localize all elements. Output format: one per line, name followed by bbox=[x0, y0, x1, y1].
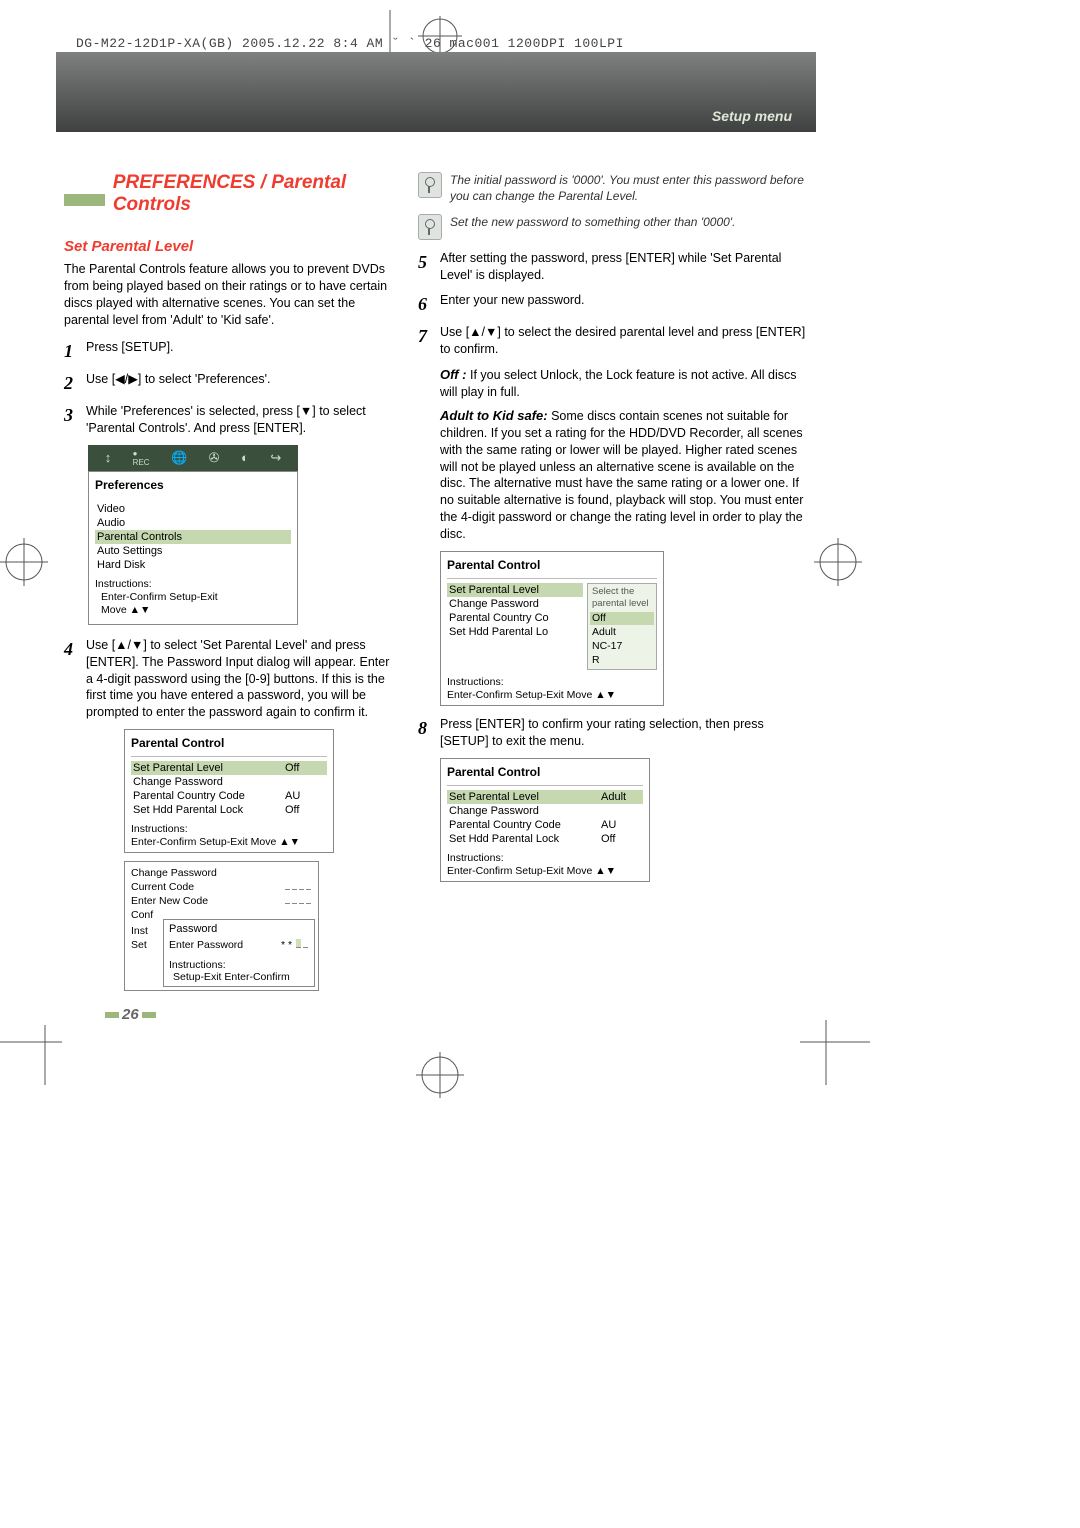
inst-label: Inst bbox=[131, 925, 148, 937]
step-1: 1Press [SETUP]. bbox=[64, 339, 394, 363]
note-2: Set the new password to something other … bbox=[418, 214, 808, 240]
list-item: Auto Settings bbox=[95, 544, 291, 558]
step-text: Enter your new password. bbox=[440, 292, 808, 309]
list-item: Video bbox=[95, 502, 291, 516]
page-number: 26 bbox=[102, 1006, 159, 1023]
instr-line: Setup-Exit Enter-Confirm bbox=[169, 971, 309, 983]
osd-password-popup: Password Enter Password* * Instructions:… bbox=[163, 919, 315, 987]
table-row: Change Password bbox=[447, 804, 643, 818]
osd-prefs-title: Preferences bbox=[95, 476, 291, 498]
osd-box-title: Parental Control bbox=[131, 734, 327, 757]
step-text: Use [▲/▼] to select the desired parental… bbox=[440, 324, 808, 358]
off-text: If you select Unlock, the Lock feature i… bbox=[440, 368, 797, 399]
step-text: Press [SETUP]. bbox=[86, 339, 394, 356]
step-text: Press [ENTER] to confirm your rating sel… bbox=[440, 716, 808, 750]
instr-line: Enter-Confirm Setup-Exit Move ▲▼ bbox=[447, 865, 643, 877]
popup-prompt: Enter Password bbox=[169, 939, 243, 951]
table-row: Set Parental LevelAdult bbox=[447, 790, 643, 804]
step-3: 3While 'Preferences' is selected, press … bbox=[64, 403, 394, 437]
step-2: 2Use [◀/▶] to select 'Preferences'. bbox=[64, 371, 394, 395]
instr-label: Instructions: bbox=[447, 852, 643, 864]
osd-box-title: Parental Control bbox=[447, 556, 657, 579]
rec-label-icon: ●REC bbox=[133, 449, 150, 467]
dropdown-item: Off bbox=[590, 612, 654, 626]
note-text: The initial password is '0000'. You must… bbox=[450, 172, 808, 204]
dropdown-item: Adult bbox=[592, 626, 652, 640]
table-row: Change Password bbox=[131, 775, 327, 789]
top-banner: Setup menu bbox=[56, 52, 816, 132]
breadcrumb: Setup menu bbox=[712, 108, 792, 124]
list-item: Parental Controls bbox=[95, 530, 291, 544]
cc-label: Current Code bbox=[131, 881, 194, 893]
step-8: 8Press [ENTER] to confirm your rating se… bbox=[418, 716, 808, 750]
set-label: Set bbox=[131, 939, 147, 951]
arrow-icon: ↪ bbox=[270, 450, 281, 466]
note-text: Set the new password to something other … bbox=[450, 214, 735, 230]
title-accent-bar bbox=[64, 194, 105, 206]
tool-icon: ✇ bbox=[209, 450, 220, 466]
instr-label: Instructions: bbox=[95, 578, 291, 590]
page-job-header: DG-M22-12D1P-XA(GB) 2005.12.22 8:4 AM ˘ … bbox=[76, 36, 624, 51]
instr-line: Move ▲▼ bbox=[95, 604, 291, 616]
note-1: The initial password is '0000'. You must… bbox=[418, 172, 808, 204]
instr-label: Instructions: bbox=[447, 676, 657, 688]
enc-label: Enter New Code bbox=[131, 895, 208, 907]
osd-parental-box-1: Parental Control Set Parental LevelOff C… bbox=[124, 729, 334, 853]
osd-iconbar: ↕ ●REC 🌐 ✇ ◐ ↪ bbox=[88, 445, 298, 471]
table-row: Parental Country Co bbox=[447, 611, 583, 625]
osd-box-title: Parental Control bbox=[447, 763, 643, 786]
step-text: After setting the password, press [ENTER… bbox=[440, 250, 808, 284]
instr-line: Enter-Confirm Setup-Exit bbox=[95, 591, 291, 603]
table-row: Set Parental LevelOff bbox=[131, 761, 327, 775]
intro-text: The Parental Controls feature allows you… bbox=[64, 261, 394, 329]
table-row: Parental Country CodeAU bbox=[131, 789, 327, 803]
section-title: PREFERENCES / Parental Controls bbox=[113, 172, 394, 216]
list-item: Hard Disk bbox=[95, 558, 291, 572]
step-5: 5After setting the password, press [ENTE… bbox=[418, 250, 808, 284]
rec-icon: ↕ bbox=[105, 450, 112, 465]
step-7: 7Use [▲/▼] to select the desired parenta… bbox=[418, 324, 808, 358]
osd-preferences-box: Preferences Video Audio Parental Control… bbox=[88, 471, 298, 625]
section-subtitle: Set Parental Level bbox=[64, 238, 394, 255]
popup-title: Password bbox=[169, 923, 217, 935]
instr-label: Instructions: bbox=[131, 823, 327, 835]
list-item: Audio bbox=[95, 516, 291, 530]
dropdown-item: NC-17 bbox=[592, 640, 652, 654]
note-icon bbox=[418, 214, 442, 240]
off-paragraph: Off : If you select Unlock, the Lock fea… bbox=[440, 366, 808, 401]
osd-parental-box-3: Parental Control Set Parental LevelAdult… bbox=[440, 758, 650, 882]
dropdown-item: R bbox=[592, 654, 652, 668]
off-label: Off : bbox=[440, 367, 466, 382]
note-icon bbox=[418, 172, 442, 198]
conf-label: Conf bbox=[131, 909, 153, 921]
disc-icon: ◐ bbox=[241, 450, 249, 465]
instr-line: Enter-Confirm Setup-Exit Move ▲▼ bbox=[131, 836, 327, 848]
step-text: Use [▲/▼] to select 'Set Parental Level'… bbox=[86, 637, 394, 721]
aks-text: Some discs contain scenes not suitable f… bbox=[440, 409, 803, 541]
step-text: While 'Preferences' is selected, press [… bbox=[86, 403, 394, 437]
aks-label: Adult to Kid safe: bbox=[440, 408, 548, 423]
table-row: Set Hdd Parental LockOff bbox=[447, 832, 643, 846]
step-6: 6Enter your new password. bbox=[418, 292, 808, 316]
rating-dropdown: Select the parental level Off Adult NC-1… bbox=[587, 583, 657, 670]
table-row: Set Hdd Parental Lo bbox=[447, 625, 583, 639]
cp-label: Change Password bbox=[131, 867, 217, 879]
step-text: Use [◀/▶] to select 'Preferences'. bbox=[86, 371, 394, 388]
table-row: Set Parental Level bbox=[447, 583, 583, 597]
osd-change-password-box: Change Password Current Code Enter New C… bbox=[124, 861, 319, 991]
dropdown-header: Select the parental level bbox=[592, 586, 652, 611]
osd-parental-box-2: Parental Control Set Parental Level Chan… bbox=[440, 551, 664, 706]
table-row: Set Hdd Parental LockOff bbox=[131, 803, 327, 817]
aks-paragraph: Adult to Kid safe: Some discs contain sc… bbox=[440, 407, 808, 543]
step-4: 4Use [▲/▼] to select 'Set Parental Level… bbox=[64, 637, 394, 721]
table-row: Change Password bbox=[447, 597, 583, 611]
globe-icon: 🌐 bbox=[171, 450, 187, 466]
instr-line: Enter-Confirm Setup-Exit Move ▲▼ bbox=[447, 689, 657, 701]
instr-label: Instructions: bbox=[169, 959, 309, 971]
table-row: Parental Country CodeAU bbox=[447, 818, 643, 832]
